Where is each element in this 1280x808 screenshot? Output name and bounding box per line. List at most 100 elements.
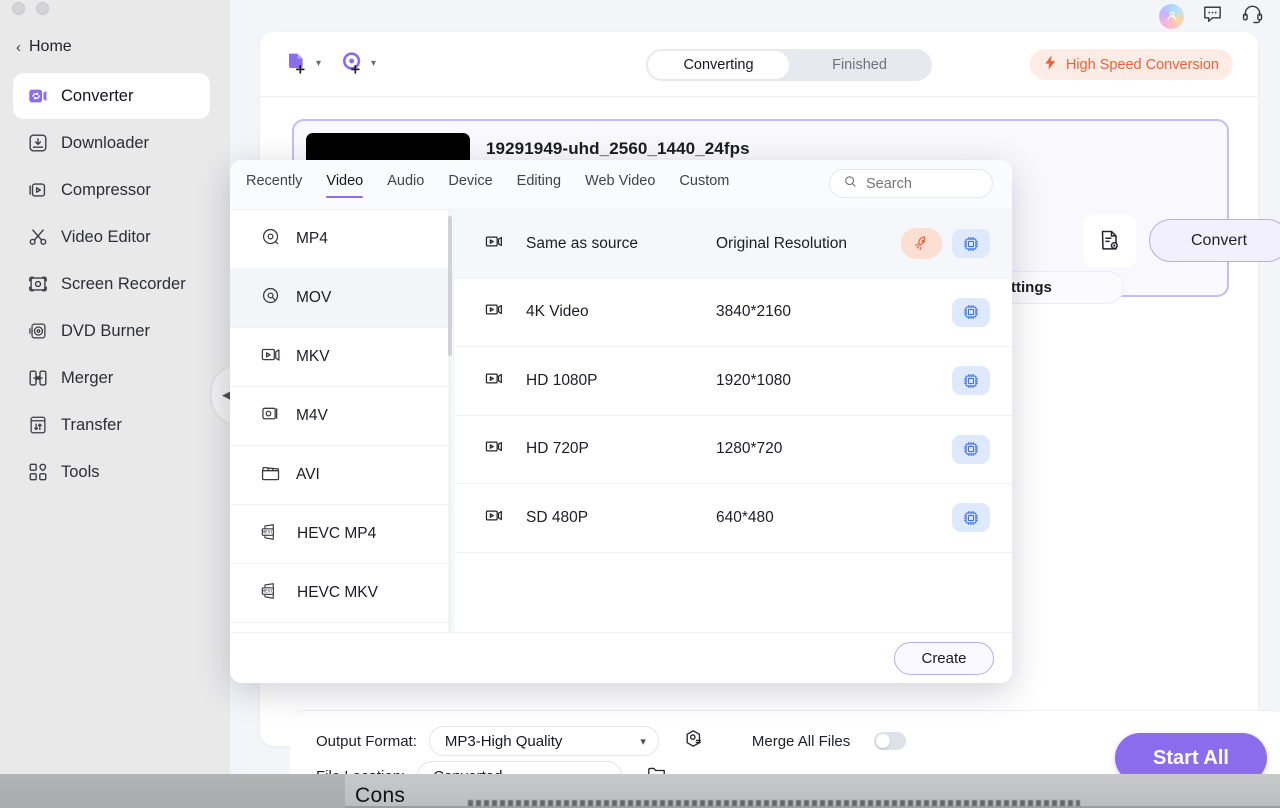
format-item-mp4[interactable]: MP4	[230, 210, 453, 269]
tab-audio[interactable]: Audio	[387, 173, 424, 198]
converter-icon	[27, 85, 49, 107]
file-location-select[interactable]: Converted ▾	[417, 761, 622, 774]
sidebar-item-compressor[interactable]: Compressor	[13, 167, 210, 213]
add-disc-button[interactable]: ▾	[340, 50, 376, 76]
output-format-value: MP3-High Quality	[445, 733, 563, 750]
chip-icon-button[interactable]	[952, 503, 990, 532]
chip-icon-button[interactable]	[952, 435, 990, 464]
chip-icon-button[interactable]	[952, 366, 990, 395]
tab-editing[interactable]: Editing	[517, 173, 561, 198]
resolution-row-sd-480p[interactable]: SD 480P 640*480	[454, 484, 1012, 553]
close-button[interactable]	[12, 2, 25, 15]
output-format-row: Output Format: MP3-High Quality ▾	[316, 726, 906, 756]
headset-icon[interactable]	[1241, 2, 1264, 30]
format-settings-icon[interactable]	[683, 728, 704, 754]
format-item-m4v[interactable]: M4V	[230, 387, 453, 446]
search-input[interactable]	[866, 176, 976, 192]
chevron-down-icon[interactable]: ▾	[316, 58, 321, 69]
format-list[interactable]: MP4 MOV	[230, 210, 454, 632]
sidebar-item-converter[interactable]: Converter	[13, 73, 210, 119]
modal-footer: Create	[230, 632, 1012, 683]
tab-recently[interactable]: Recently	[246, 173, 302, 198]
app-window: ‹ Home Converter	[0, 0, 1280, 774]
resolution-row-hd-720p[interactable]: HD 720P 1280*720	[454, 416, 1012, 485]
home-breadcrumb[interactable]: ‹ Home	[16, 38, 72, 56]
sidebar-item-merger[interactable]: Merger	[13, 355, 210, 401]
format-label: HEVC MKV	[297, 584, 378, 602]
format-item-avi[interactable]: AVI	[230, 446, 453, 505]
modal-tab-bar: Recently Video Audio Device Editing Web …	[230, 160, 1012, 210]
format-label: AVI	[296, 466, 320, 484]
hevc-icon: HEVC	[260, 521, 283, 548]
format-item-mkv[interactable]: MKV	[230, 328, 453, 387]
high-speed-label: High Speed Conversion	[1066, 57, 1219, 73]
status-tabs: Converting Finished	[646, 49, 932, 81]
sidebar-item-label: Merger	[61, 369, 113, 388]
file-location-label: File Location:	[316, 768, 405, 775]
compressor-icon	[27, 179, 49, 201]
tab-device[interactable]: Device	[448, 173, 492, 198]
downloader-icon	[27, 132, 49, 154]
create-button[interactable]: Create	[894, 642, 994, 675]
chip-icon-button[interactable]	[952, 229, 990, 258]
resolution-row-same-as-source[interactable]: Same as source Original Resolution	[454, 210, 1012, 279]
format-item-hevc-mp4[interactable]: HEVC HEVC MP4	[230, 505, 453, 564]
format-scrollbar-thumb[interactable]	[448, 216, 452, 356]
chat-bubble-icon[interactable]	[1201, 2, 1224, 30]
merge-all-toggle[interactable]	[874, 732, 906, 750]
home-label: Home	[29, 38, 72, 56]
sidebar-item-transfer[interactable]: Transfer	[13, 402, 210, 448]
sidebar-item-label: Compressor	[61, 181, 151, 200]
sidebar-item-screen-recorder[interactable]: Screen Recorder	[13, 261, 210, 307]
sidebar: ‹ Home Converter	[0, 0, 230, 774]
sidebar-item-downloader[interactable]: Downloader	[13, 120, 210, 166]
resolution-dimensions: 1920*1080	[716, 372, 791, 390]
sidebar-item-label: Screen Recorder	[61, 275, 186, 294]
search-box[interactable]	[829, 169, 993, 198]
tab-video[interactable]: Video	[326, 173, 363, 198]
sidebar-item-dvd-burner[interactable]: DVD Burner	[13, 308, 210, 354]
minimize-button[interactable]	[36, 2, 49, 15]
high-speed-conversion-badge[interactable]: High Speed Conversion	[1030, 49, 1233, 80]
sidebar-item-label: Downloader	[61, 134, 149, 153]
sidebar-item-label: Transfer	[61, 416, 122, 435]
window-traffic-lights[interactable]	[12, 2, 49, 15]
format-item-hevc-mkv[interactable]: HEVC HEVC MKV	[230, 564, 453, 623]
file-name: 19291949-uhd_2560_1440_24fps	[486, 139, 750, 159]
resolution-dimensions: Original Resolution	[716, 235, 847, 253]
video-icon	[484, 231, 506, 257]
file-settings-pill[interactable]: ttings	[994, 271, 1124, 304]
sidebar-item-label: Converter	[61, 87, 133, 106]
tools-icon	[27, 461, 49, 483]
tab-converting[interactable]: Converting	[648, 51, 789, 79]
resolution-name: Same as source	[526, 235, 716, 253]
chip-icon-button[interactable]	[952, 298, 990, 327]
tab-web-video[interactable]: Web Video	[585, 173, 655, 198]
resolution-row-hd-1080p[interactable]: HD 1080P 1920*1080	[454, 347, 1012, 416]
folder-icon[interactable]	[646, 763, 667, 774]
start-all-button[interactable]: Start All	[1115, 733, 1267, 774]
resolution-dimensions: 640*480	[716, 509, 774, 527]
category-tabs: Recently Video Audio Device Editing Web …	[246, 173, 729, 198]
convert-button[interactable]: Convert	[1149, 219, 1280, 262]
tab-custom[interactable]: Custom	[679, 173, 729, 198]
format-item-mov[interactable]: MOV	[230, 269, 453, 328]
chevron-down-icon: ▾	[640, 735, 646, 748]
sidebar-item-video-editor[interactable]: Video Editor	[13, 214, 210, 260]
sidebar-item-label: DVD Burner	[61, 322, 150, 341]
tab-finished[interactable]: Finished	[789, 51, 930, 79]
chevron-down-icon[interactable]: ▾	[371, 58, 376, 69]
rocket-icon-button[interactable]	[901, 228, 942, 259]
avatar[interactable]	[1159, 4, 1184, 29]
file-location-row: File Location: Converted ▾	[316, 761, 667, 774]
lightning-icon	[1042, 54, 1059, 75]
transfer-icon	[27, 414, 49, 436]
file-settings-button[interactable]	[1084, 215, 1136, 267]
chevron-down-icon: ▾	[604, 770, 610, 775]
add-file-button[interactable]: ▾	[285, 50, 321, 76]
output-format-label: Output Format:	[316, 733, 417, 750]
sidebar-item-tools[interactable]: Tools	[13, 449, 210, 495]
format-label: M4V	[296, 407, 328, 425]
resolution-row-4k-video[interactable]: 4K Video 3840*2160	[454, 279, 1012, 348]
output-format-select[interactable]: MP3-High Quality ▾	[429, 726, 659, 756]
